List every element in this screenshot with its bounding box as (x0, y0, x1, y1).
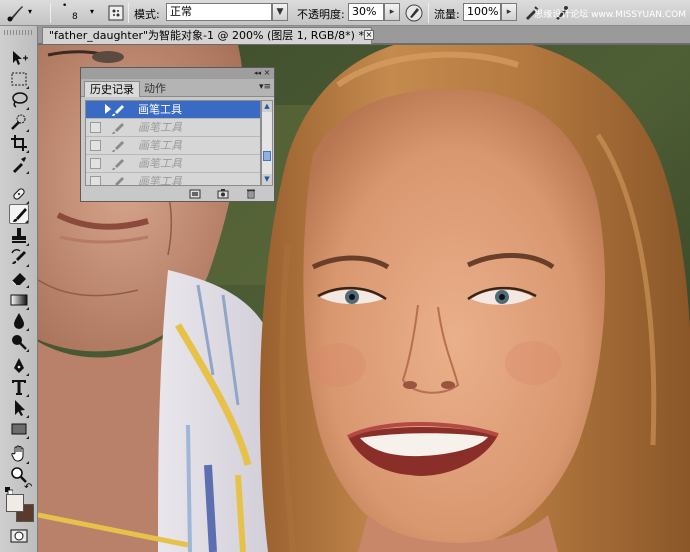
mode-select-arrow[interactable]: ▼ (272, 3, 288, 21)
document-tab[interactable]: "father_daughter"为智能对象-1 @ 200% (图层 1, R… (42, 27, 374, 44)
quick-mask-icon[interactable] (10, 529, 28, 543)
brush-icon (110, 138, 126, 154)
tab-history[interactable]: 历史记录 (84, 81, 140, 97)
brush-panel-toggle-icon[interactable] (106, 3, 126, 23)
history-state-label: 画笔工具 (138, 175, 182, 186)
brush-size-value: 8 (72, 12, 78, 22)
toolbox-grip[interactable] (4, 30, 34, 35)
close-icon[interactable]: × (262, 68, 272, 78)
eraser-tool-icon[interactable] (9, 268, 29, 288)
separator (128, 3, 129, 23)
history-source-checkbox[interactable] (90, 158, 101, 169)
marquee-tool-icon[interactable] (9, 69, 29, 89)
path-selection-tool-icon[interactable] (9, 398, 29, 418)
panel-titlebar[interactable]: ◂◂ × (81, 68, 274, 79)
move-tool-icon[interactable] (9, 48, 29, 68)
scroll-thumb[interactable] (263, 151, 271, 161)
history-state-label: 画笔工具 (138, 139, 182, 152)
history-source-checkbox[interactable] (90, 104, 101, 115)
foreground-color-swatch[interactable] (6, 494, 24, 512)
history-state-row[interactable]: 画笔工具 (86, 137, 260, 155)
panel-menu-icon[interactable]: ▾≡ (259, 83, 271, 92)
hand-tool-icon[interactable] (9, 444, 29, 464)
brush-dot-icon: • (62, 1, 68, 11)
tablet-opacity-pressure-icon[interactable] (404, 3, 424, 23)
brush-preset-arrow[interactable]: ▾ (28, 7, 32, 16)
new-document-from-state-icon[interactable] (189, 188, 201, 199)
color-swatches (6, 494, 36, 524)
crop-tool-icon[interactable] (9, 133, 29, 153)
type-tool-icon[interactable] (9, 377, 29, 397)
flow-slider-arrow[interactable]: ▸ (501, 3, 517, 21)
tab-actions[interactable]: 动作 (139, 81, 171, 97)
scroll-down-icon[interactable]: ▼ (262, 174, 272, 185)
eyedropper-tool-icon[interactable] (9, 154, 29, 174)
history-source-checkbox[interactable] (90, 176, 101, 185)
scroll-up-icon[interactable]: ▲ (262, 101, 272, 112)
brush-preset-icon[interactable] (6, 3, 26, 23)
quick-selection-tool-icon[interactable] (9, 112, 29, 132)
history-source-checkbox[interactable] (90, 140, 101, 151)
flow-label: 流量: (434, 8, 460, 21)
history-list: 画笔工具 画笔工具 画笔工具 画笔工具 画笔工具 (85, 100, 261, 186)
document-tab-title: "father_daughter"为智能对象-1 @ 200% (图层 1, R… (49, 29, 364, 42)
panel-tabs: 历史记录 动作 ▾≡ (81, 79, 274, 97)
history-brush-tool-icon[interactable] (9, 247, 29, 267)
history-state-label: 画笔工具 (138, 157, 182, 170)
separator (50, 3, 51, 23)
flow-input[interactable]: 100% (463, 3, 501, 21)
brush-icon (110, 174, 126, 185)
separator (428, 3, 429, 23)
pen-tool-icon[interactable] (9, 356, 29, 376)
opacity-input[interactable]: 30% (348, 3, 384, 21)
mode-select[interactable]: 正常 (166, 3, 272, 21)
mode-label: 模式: (134, 8, 160, 21)
history-state-row[interactable]: 画笔工具 (86, 101, 260, 119)
brush-tool-icon[interactable] (9, 204, 29, 224)
watermark-text: 思缘设计论坛 www.MISSYUAN.COM (534, 10, 686, 20)
panel-footer (81, 186, 274, 201)
brush-icon (110, 120, 126, 136)
collapse-panel-icon[interactable]: ◂◂ (254, 69, 261, 78)
trash-icon[interactable] (245, 188, 257, 199)
blur-tool-icon[interactable] (9, 311, 29, 331)
history-source-checkbox[interactable] (90, 122, 101, 133)
opacity-label: 不透明度: (297, 8, 345, 21)
opacity-slider-arrow[interactable]: ▸ (384, 3, 400, 21)
rectangle-tool-icon[interactable] (9, 419, 29, 439)
healing-brush-tool-icon[interactable] (9, 184, 29, 204)
brush-size-arrow[interactable]: ▾ (90, 7, 94, 16)
default-colors-icon[interactable] (5, 485, 14, 496)
options-bar: ▾ • 8 ▾ 模式: 正常 ▼ 不透明度: 30% ▸ 流量: 100% ▸ … (0, 0, 690, 26)
lasso-tool-icon[interactable] (9, 90, 29, 110)
swap-colors-icon[interactable]: ↶ (24, 483, 34, 493)
history-scrollbar[interactable]: ▲ ▼ (261, 100, 273, 186)
history-state-label: 画笔工具 (138, 103, 182, 116)
close-icon[interactable]: × (364, 30, 374, 40)
document-tab-bar: "father_daughter"为智能对象-1 @ 200% (图层 1, R… (38, 26, 690, 44)
gradient-tool-icon[interactable] (9, 290, 29, 310)
new-snapshot-icon[interactable] (217, 188, 229, 199)
brush-icon (110, 156, 126, 172)
history-panel: ◂◂ × 历史记录 动作 ▾≡ 画笔工具 画笔工具 画笔工具 画笔工具 画笔工具… (80, 67, 275, 202)
brush-icon (110, 102, 126, 118)
history-state-label: 画笔工具 (138, 121, 182, 134)
history-state-row[interactable]: 画笔工具 (86, 155, 260, 173)
dodge-tool-icon[interactable] (9, 332, 29, 352)
history-state-row[interactable]: 画笔工具 (86, 173, 260, 186)
clone-stamp-tool-icon[interactable] (9, 226, 29, 246)
history-state-row[interactable]: 画笔工具 (86, 119, 260, 137)
toolbox: ↶ (0, 26, 38, 552)
